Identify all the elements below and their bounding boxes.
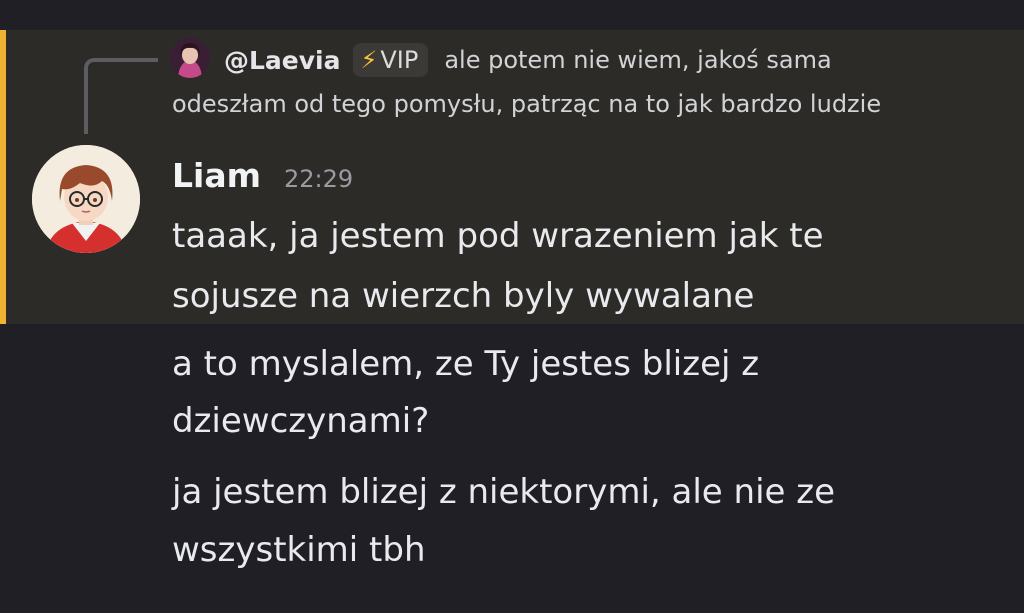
reply-avatar-image — [170, 38, 210, 78]
followup-message-line: ja jestem blizej z niektorymi, ale nie z… — [172, 472, 835, 512]
author-avatar-image — [32, 145, 140, 253]
followup-message-line: a to myslalem, ze Ty jestes blizej z — [172, 344, 760, 384]
reply-text-line-1[interactable]: ale potem nie wiem, jakoś sama — [444, 46, 831, 74]
mention-bar — [0, 30, 6, 324]
followup-message-line: wszystkimi tbh — [172, 530, 426, 570]
reply-connector — [84, 58, 158, 134]
message-line: sojusze na wierzch byly wywalane — [172, 276, 755, 316]
author-name[interactable]: Liam — [172, 154, 261, 198]
message-timestamp[interactable]: 22:29 — [284, 162, 353, 196]
followup-message-line: dziewczynami? — [172, 401, 430, 441]
vip-badge-label: VIP — [380, 46, 419, 74]
lightning-icon: ⚡ — [360, 46, 378, 74]
author-avatar[interactable] — [32, 145, 140, 253]
reply-text-line-2[interactable]: odeszłam od tego pomysłu, patrząc na to … — [172, 84, 881, 124]
reply-avatar[interactable] — [170, 38, 210, 78]
reply-preview[interactable]: @Laevia ⚡ VIP ale potem nie wiem, jakoś … — [224, 38, 832, 82]
vip-badge[interactable]: ⚡ VIP — [352, 43, 429, 77]
reply-author[interactable]: @Laevia — [224, 46, 341, 75]
message-line: taaak, ja jestem pod wrazeniem jak te — [172, 216, 824, 256]
